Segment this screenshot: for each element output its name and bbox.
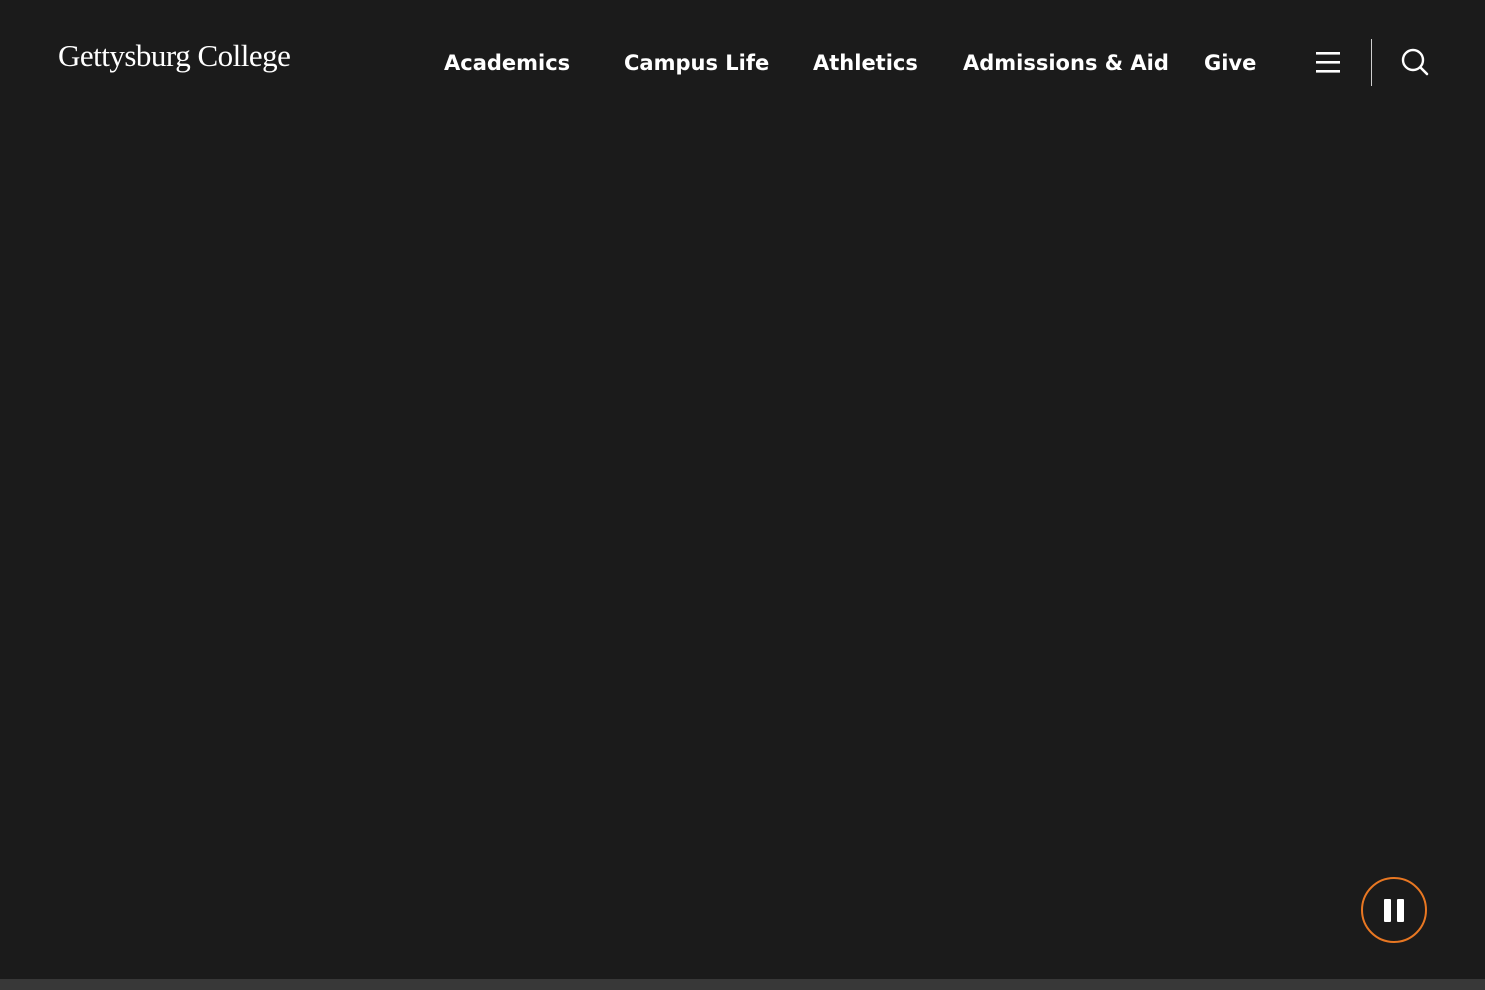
bottom-strip — [0, 979, 1485, 990]
nav-item-campus-life[interactable]: Campus Life — [624, 46, 769, 80]
search-button[interactable] — [1399, 46, 1431, 78]
hero-video — [0, 125, 1485, 979]
nav-item-admissions-aid[interactable]: Admissions & Aid — [963, 46, 1169, 80]
hamburger-menu-icon — [1316, 52, 1340, 73]
pause-button[interactable] — [1361, 877, 1427, 943]
menu-button[interactable] — [1313, 47, 1343, 77]
pause-icon — [1384, 899, 1391, 922]
site-logo[interactable]: Gettysburg College — [58, 38, 291, 74]
pause-icon-bar — [1397, 899, 1404, 922]
site-header: Gettysburg College Academics Campus Life… — [0, 0, 1485, 125]
nav-item-give[interactable]: Give — [1204, 46, 1256, 80]
header-divider — [1371, 39, 1372, 86]
nav-item-academics[interactable]: Academics — [444, 46, 570, 80]
search-icon — [1401, 48, 1429, 76]
page: Gettysburg College Academics Campus Life… — [0, 0, 1485, 990]
nav-item-athletics[interactable]: Athletics — [813, 46, 918, 80]
